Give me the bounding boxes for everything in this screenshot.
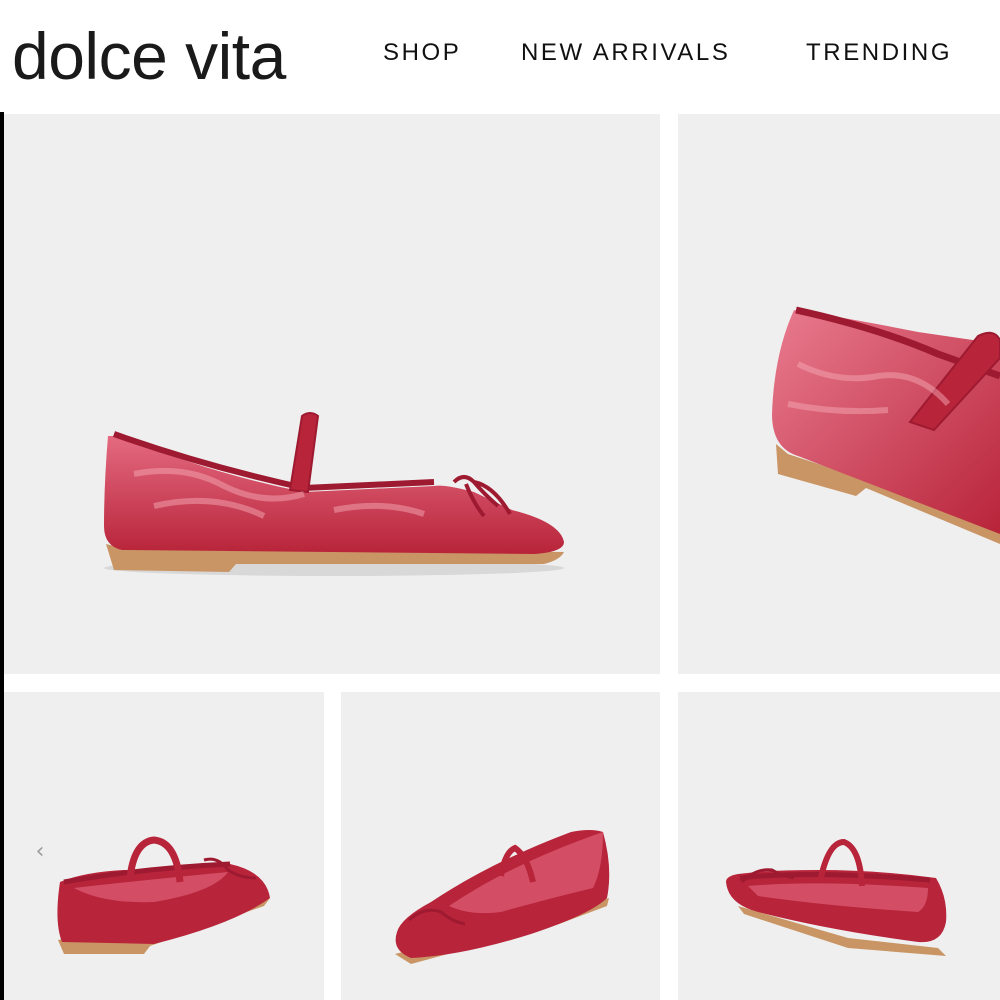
gallery-image-4[interactable]	[341, 692, 660, 1000]
nav-new-arrivals[interactable]: NEW ARRIVALS	[521, 38, 730, 68]
gallery-image-2[interactable]	[678, 114, 1000, 674]
shoe-side-view-image	[104, 412, 564, 576]
gallery-image-3[interactable]: ‹	[4, 692, 324, 1000]
shoe-rear-three-quarter-image	[726, 838, 947, 956]
brand-logo[interactable]: dolce vita	[12, 16, 286, 96]
shoe-heel-closeup-image	[772, 306, 1000, 544]
shoe-top-front-view-image	[395, 830, 610, 964]
gallery-image-main[interactable]	[4, 114, 660, 674]
nav-trending[interactable]: TRENDING	[806, 38, 952, 68]
carousel-prev-arrow[interactable]: ‹	[30, 840, 50, 864]
product-page: dolce vita SHOP NEW ARRIVALS TRENDING ‹	[0, 0, 1000, 1000]
shoe-inside-view-image	[57, 836, 270, 954]
nav-shop[interactable]: SHOP	[383, 38, 461, 68]
site-header: dolce vita SHOP NEW ARRIVALS TRENDING	[0, 0, 1000, 112]
gallery-image-5[interactable]	[678, 692, 1000, 1000]
